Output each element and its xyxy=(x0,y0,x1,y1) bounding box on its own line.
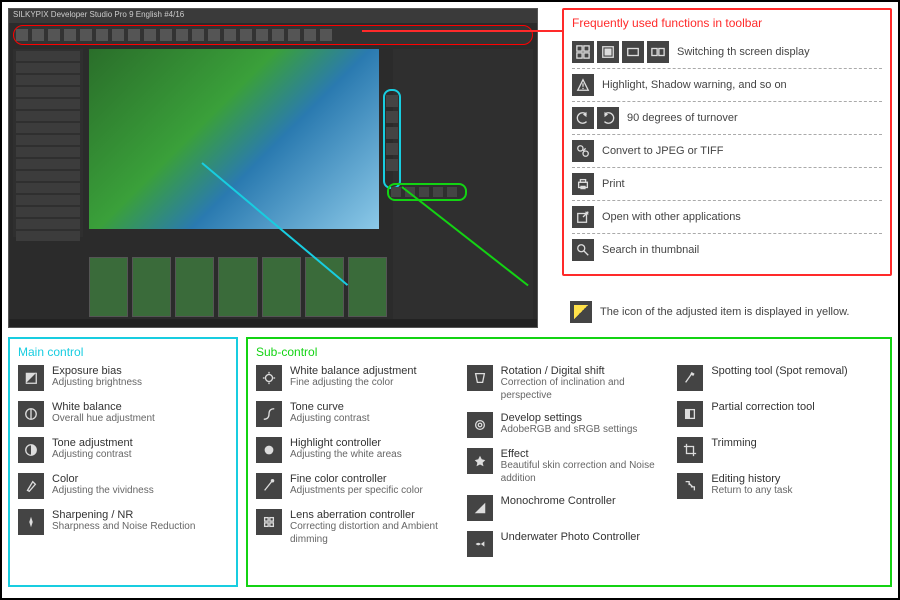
sub-item-wb-adjust: White balance adjustmentFine adjusting t… xyxy=(256,365,461,391)
toolbar-row-label: 90 degrees of turnover xyxy=(627,112,738,124)
tone-icon xyxy=(18,437,44,463)
convert-icon xyxy=(572,140,594,162)
toolbar-row-search: Search in thumbnail xyxy=(572,234,882,266)
callout-line-toolbar xyxy=(362,30,562,32)
spotting-icon xyxy=(677,365,703,391)
rotate-right-icon xyxy=(597,107,619,129)
sub-item-underwater: Underwater Photo Controller xyxy=(467,531,672,557)
compare-view-icon xyxy=(647,41,669,63)
sharpen-icon xyxy=(18,509,44,535)
sub-item-partial: Partial correction tool xyxy=(677,401,882,427)
grid-icon xyxy=(572,41,594,63)
toolbar-row-warning: Highlight, Shadow warning, and so on xyxy=(572,69,882,102)
print-icon xyxy=(572,173,594,195)
thumbnail-strip[interactable] xyxy=(89,257,387,317)
main-toolbar[interactable] xyxy=(13,25,533,45)
toolbar-row-label: Print xyxy=(602,178,625,190)
warning-icon xyxy=(572,74,594,96)
search-icon xyxy=(572,239,594,261)
folder-panel[interactable] xyxy=(13,49,83,237)
toolbar-callout-panel: Frequently used functions in toolbar Swi… xyxy=(562,8,892,276)
toolbar-row-label: Highlight, Shadow warning, and so on xyxy=(602,79,787,91)
toolbar-row-screen-display: Switching th screen display xyxy=(572,36,882,69)
main-item-sharpen: Sharpening / NRSharpness and Noise Reduc… xyxy=(18,509,228,535)
rotation-icon xyxy=(467,365,493,391)
toolbar-row-label: Search in thumbnail xyxy=(602,244,699,256)
main-control-strip[interactable] xyxy=(383,89,401,189)
main-item-exposure: Exposure biasAdjusting brightness xyxy=(18,365,228,391)
dual-view-icon xyxy=(622,41,644,63)
app-window: SILKYPIX Developer Studio Pro 9 English … xyxy=(8,8,538,328)
main-control-title: Main control xyxy=(18,345,228,359)
single-view-icon xyxy=(597,41,619,63)
whitebalance-icon xyxy=(18,401,44,427)
main-item-color: ColorAdjusting the vividness xyxy=(18,473,228,499)
partial-icon xyxy=(677,401,703,427)
sub-control-panel: Sub-control White balance adjustmentFine… xyxy=(246,337,892,587)
history-icon xyxy=(677,473,703,499)
yellow-icon-note: The icon of the adjusted item is display… xyxy=(562,297,892,327)
toolbar-panel-title: Frequently used functions in toolbar xyxy=(572,16,882,30)
main-item-whitebalance: White balanceOverall hue adjustment xyxy=(18,401,228,427)
sub-item-rotation: Rotation / Digital shiftCorrection of in… xyxy=(467,365,672,402)
crop-icon xyxy=(677,437,703,463)
toolbar-row-rotate: 90 degrees of turnover xyxy=(572,102,882,135)
toolbar-row-label: Open with other applications xyxy=(602,211,741,223)
sub-item-tonecurve: Tone curveAdjusting contrast xyxy=(256,401,461,427)
underwater-icon xyxy=(467,531,493,557)
main-item-tone: Tone adjustmentAdjusting contrast xyxy=(18,437,228,463)
preview-image xyxy=(89,49,379,229)
sub-item-finecolor: Fine color controllerAdjustments per spe… xyxy=(256,473,461,499)
effect-icon xyxy=(467,448,493,474)
yellow-note-text: The icon of the adjusted item is display… xyxy=(600,305,849,319)
develop-icon xyxy=(467,412,493,438)
wb-adjust-icon xyxy=(256,365,282,391)
sub-control-title: Sub-control xyxy=(256,345,882,359)
rotate-left-icon xyxy=(572,107,594,129)
sub-item-develop: Develop settingsAdobeRGB and sRGB settin… xyxy=(467,412,672,438)
external-app-icon xyxy=(572,206,594,228)
color-icon xyxy=(18,473,44,499)
main-control-panel: Main control Exposure biasAdjusting brig… xyxy=(8,337,238,587)
sub-item-highlight: Highlight controllerAdjusting the white … xyxy=(256,437,461,463)
sub-item-lens: Lens aberration controllerCorrecting dis… xyxy=(256,509,461,546)
toolbar-row-convert: Convert to JPEG or TIFF xyxy=(572,135,882,168)
toolbar-row-label: Convert to JPEG or TIFF xyxy=(602,145,723,157)
sub-item-spotting: Spotting tool (Spot removal) xyxy=(677,365,882,391)
monochrome-icon xyxy=(467,495,493,521)
sub-item-effect: EffectBeautiful skin correction and Nois… xyxy=(467,448,672,485)
highlight-icon xyxy=(256,437,282,463)
tonecurve-icon xyxy=(256,401,282,427)
titlebar: SILKYPIX Developer Studio Pro 9 English … xyxy=(9,9,537,23)
adjusted-item-icon xyxy=(570,301,592,323)
toolbar-row-openwith: Open with other applications xyxy=(572,201,882,234)
toolbar-row-label: Switching th screen display xyxy=(677,46,810,58)
finecolor-icon xyxy=(256,473,282,499)
sub-item-monochrome: Monochrome Controller xyxy=(467,495,672,521)
exposure-icon xyxy=(18,365,44,391)
sub-item-trimming: Trimming xyxy=(677,437,882,463)
toolbar-row-print: Print xyxy=(572,168,882,201)
sub-control-strip[interactable] xyxy=(387,183,467,201)
sub-item-history: Editing historyReturn to any task xyxy=(677,473,882,499)
lens-icon xyxy=(256,509,282,535)
